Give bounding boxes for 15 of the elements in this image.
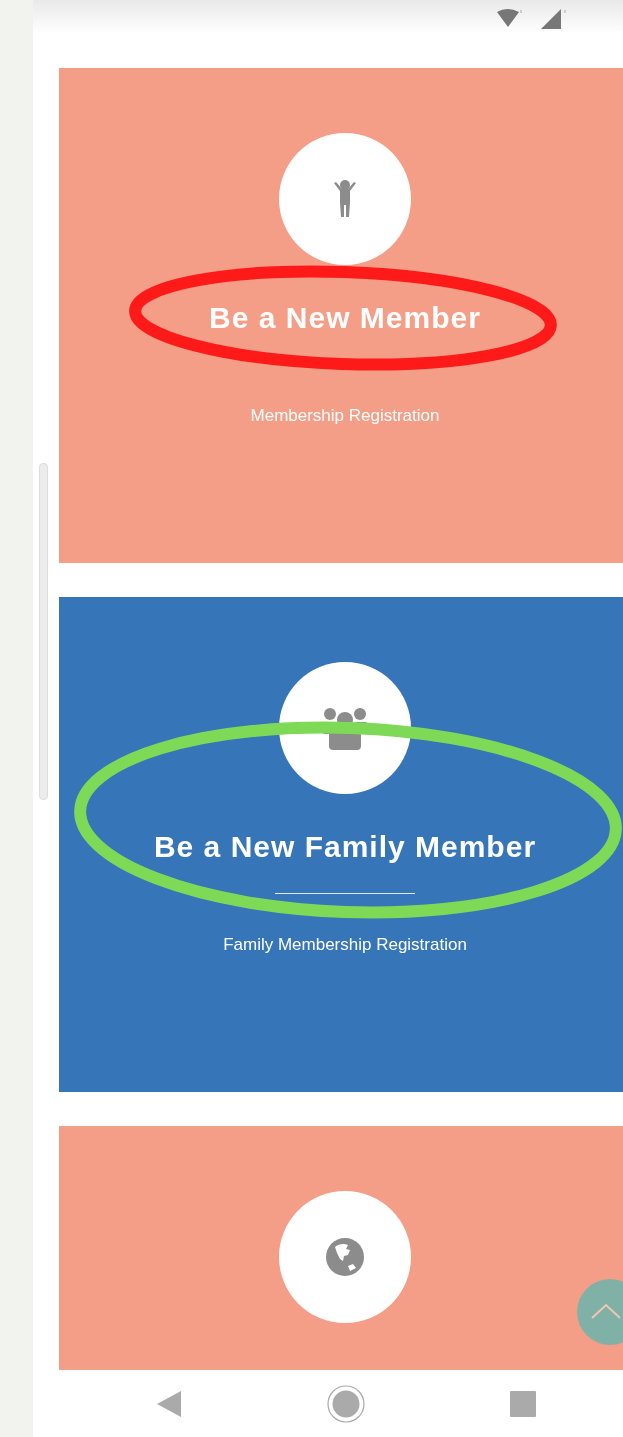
- group-icon: [322, 706, 368, 750]
- wifi-icon: [495, 8, 523, 28]
- card-title: Be a New Family Member: [153, 832, 537, 862]
- card-subtitle: Family Membership Registration: [223, 936, 467, 954]
- signal-icon: [541, 8, 569, 30]
- person-icon: [331, 179, 359, 219]
- home-icon[interactable]: [326, 1384, 365, 1423]
- card-background[interactable]: Be a New Family Member Family Membership Registration: [59, 597, 623, 1092]
- scrollbar[interactable]: [39, 463, 48, 800]
- recents-icon[interactable]: [509, 1390, 536, 1417]
- card-title: Be a New Member: [209, 303, 481, 333]
- scroll-top-button[interactable]: [577, 1279, 623, 1345]
- card-subtitle: Membership Registration: [250, 407, 440, 425]
- globe-icon: [326, 1238, 364, 1276]
- back-icon[interactable]: [156, 1390, 181, 1417]
